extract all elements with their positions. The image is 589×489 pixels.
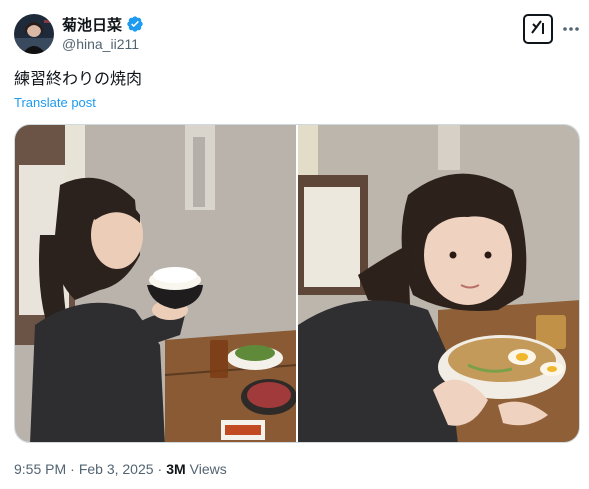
meta-separator: · bbox=[157, 461, 163, 477]
media-photo-1[interactable] bbox=[15, 125, 296, 442]
author-display-name[interactable]: 菊池日菜 bbox=[62, 14, 122, 35]
grok-button[interactable] bbox=[523, 14, 553, 44]
more-horizontal-icon bbox=[562, 19, 580, 37]
views-count: 3M bbox=[166, 461, 186, 477]
post-card: 菊池日菜 @hina_ii211 練習終わりの焼肉 Translate post… bbox=[0, 0, 589, 489]
post-date[interactable]: Feb 3, 2025 bbox=[79, 461, 154, 477]
verified-badge-icon bbox=[126, 15, 144, 33]
post-meta: 9:55 PM · Feb 3, 2025 · 3M Views bbox=[14, 461, 227, 477]
author-handle[interactable]: @hina_ii211 bbox=[62, 36, 139, 52]
grok-icon bbox=[529, 18, 547, 41]
views-label: Views bbox=[189, 461, 227, 477]
more-options-button[interactable] bbox=[560, 16, 582, 40]
media-grid bbox=[14, 124, 580, 443]
post-time[interactable]: 9:55 PM bbox=[14, 461, 66, 477]
media-photo-2[interactable] bbox=[298, 125, 579, 442]
post-text: 練習終わりの焼肉 bbox=[14, 69, 143, 88]
author-avatar[interactable] bbox=[14, 14, 54, 54]
translate-post-link[interactable]: Translate post bbox=[14, 95, 96, 110]
meta-separator: · bbox=[70, 461, 75, 477]
author-name-row: 菊池日菜 bbox=[62, 14, 144, 34]
